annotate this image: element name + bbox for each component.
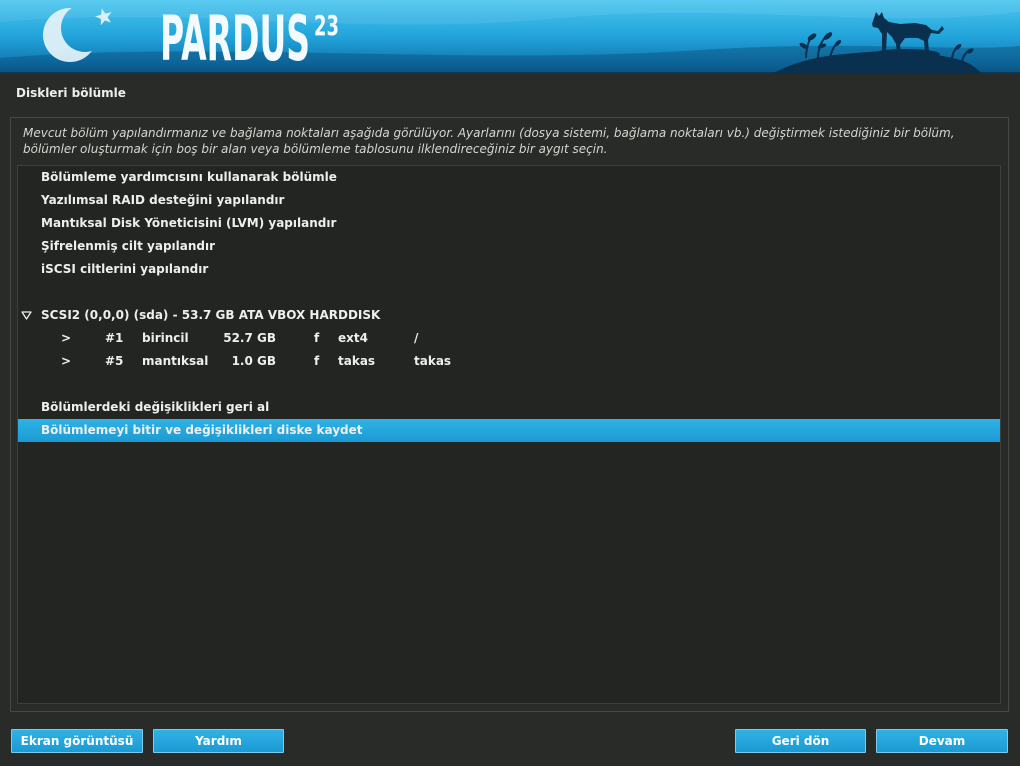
option-configure-software-raid[interactable]: Yazılımsal RAID desteğini yapılandır [18, 189, 1000, 212]
partition-format-flag: f [314, 331, 320, 345]
page-description: Mevcut bölüm yapılandırmanız ve bağlama … [23, 125, 1001, 157]
list-item-label: Şifrelenmiş cilt yapılandır [41, 239, 216, 253]
partition-row-5[interactable]: > #5 mantıksal 1.0 GB f takas takas [18, 350, 1000, 373]
partition-arrow: > [61, 331, 72, 345]
disk-sda[interactable]: SCSI2 (0,0,0) (sda) - 53.7 GB ATA VBOX H… [18, 304, 1000, 327]
description-line: Mevcut bölüm yapılandırmanız ve bağlama … [23, 126, 955, 140]
partition-type: birincil [142, 331, 189, 345]
disk-label: SCSI2 (0,0,0) (sda) - 53.7 GB ATA VBOX H… [41, 308, 381, 322]
list-item-label: Bölümlerdeki değişiklikleri geri al [41, 400, 270, 414]
option-configure-encrypted-volumes[interactable]: Şifrelenmiş cilt yapılandır [18, 235, 1000, 258]
partition-mount-point: takas [414, 354, 452, 368]
partition-mount-point: / [414, 331, 419, 345]
header-artwork: PARDUS 23 [0, 0, 1020, 74]
partition-filesystem: takas [338, 354, 376, 368]
partition-size: 1.0 GB [231, 354, 276, 368]
screenshot-button[interactable]: Ekran görüntüsü [11, 729, 143, 753]
expander-down-icon[interactable] [21, 311, 32, 320]
list-item-label: Mantıksal Disk Yöneticisini (LVM) yapıla… [41, 216, 337, 230]
continue-button[interactable]: Devam [876, 729, 1008, 753]
partition-list[interactable]: Bölümleme yardımcısını kullanarak bölüml… [17, 165, 1001, 704]
logo-version: 23 [314, 9, 339, 42]
logo-wordmark: PARDUS [160, 2, 310, 74]
partition-number: #5 [105, 354, 124, 368]
list-item-label: Bölümlemeyi bitir ve değişiklikleri disk… [41, 423, 363, 437]
page-title: Diskleri bölümle [16, 86, 126, 100]
partition-filesystem: ext4 [338, 331, 368, 345]
partition-size: 52.7 GB [223, 331, 276, 345]
partition-number: #1 [105, 331, 124, 345]
list-item-label: Yazılımsal RAID desteğini yapılandır [41, 193, 285, 207]
back-button[interactable]: Geri dön [735, 729, 866, 753]
description-line: bölümler oluşturmak için boş bir alan ve… [23, 142, 608, 156]
partition-row-1[interactable]: > #1 birincil 52.7 GB f ext4 / [18, 327, 1000, 350]
option-finish-partitioning[interactable]: Bölümlemeyi bitir ve değişiklikleri disk… [18, 419, 1000, 442]
option-configure-lvm[interactable]: Mantıksal Disk Yöneticisini (LVM) yapıla… [18, 212, 1000, 235]
help-button[interactable]: Yardım [153, 729, 284, 753]
list-item-label: iSCSI ciltlerini yapılandır [41, 262, 209, 276]
option-undo-changes[interactable]: Bölümlerdeki değişiklikleri geri al [18, 396, 1000, 419]
partition-format-flag: f [314, 354, 320, 368]
list-item-label: Bölümleme yardımcısını kullanarak bölüml… [41, 170, 337, 184]
option-configure-iscsi[interactable]: iSCSI ciltlerini yapılandır [18, 258, 1000, 281]
partition-arrow: > [61, 354, 72, 368]
header-banner: PARDUS 23 [0, 0, 1020, 74]
option-guided-partitioning[interactable]: Bölümleme yardımcısını kullanarak bölüml… [18, 166, 1000, 189]
